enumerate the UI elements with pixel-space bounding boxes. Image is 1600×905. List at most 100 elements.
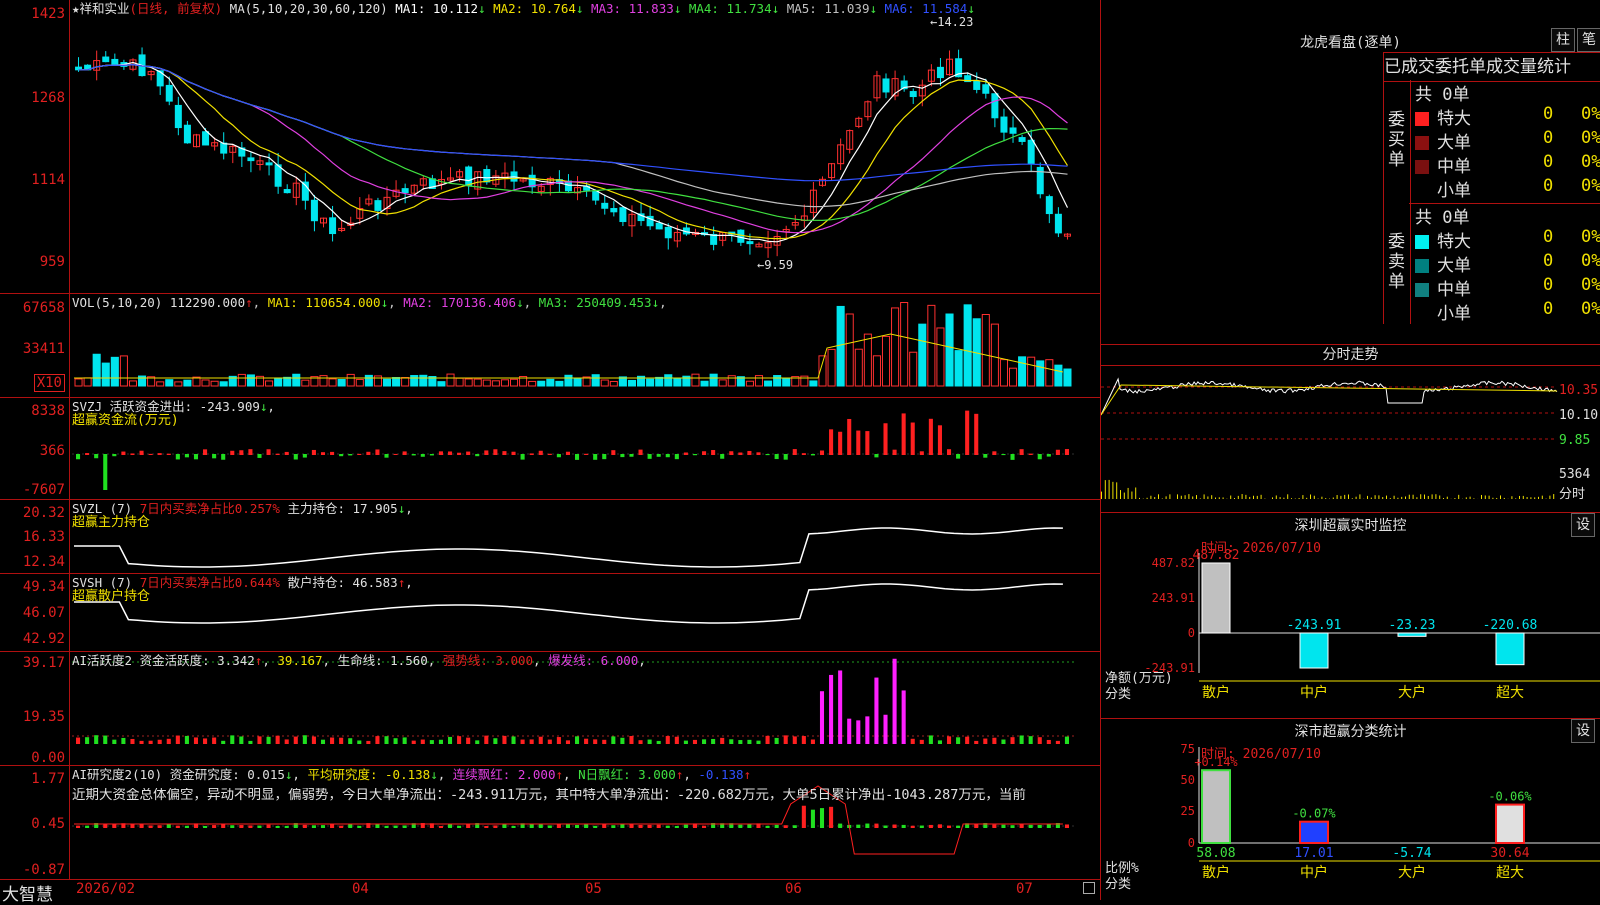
svsh-panel[interactable]: 49.34 46.07 42.92 SVSH (7) 7日内买卖净占比0.644… [0, 574, 1100, 652]
flow-bar [1056, 450, 1060, 455]
activity-bar [856, 720, 860, 744]
volume-bar [901, 303, 908, 386]
ai-research-chart[interactable] [0, 766, 1100, 880]
candle [593, 191, 599, 200]
flow-bar [439, 451, 443, 455]
intraday-vol-bar [1413, 495, 1414, 499]
flow-bar [920, 451, 924, 455]
research-bar [321, 825, 325, 828]
volume-bar [1055, 365, 1062, 386]
intraday-panel[interactable]: 分时走势 10.35 10.10 9.85 5364 分时 [1100, 344, 1600, 512]
activity-bar [85, 737, 89, 744]
lock-icon[interactable] [1083, 882, 1095, 894]
intraday-vol-bar [1356, 497, 1357, 499]
research-bar [439, 826, 443, 828]
volume-panel[interactable]: 67658 33411 X10 VOL(5,10,20) 112290.000↑… [0, 294, 1100, 398]
intraday-chart[interactable] [1101, 345, 1600, 513]
longhu-title: 龙虎看盘(逐单) [1101, 32, 1600, 52]
volume-bar [402, 378, 409, 386]
research-bar [902, 825, 906, 828]
row-pct: 0% [1581, 299, 1600, 319]
flow-bar [394, 454, 398, 455]
monitor-category: 散户 [1202, 684, 1230, 701]
flow-bar [339, 454, 343, 456]
row-name: 大单 [1437, 133, 1471, 153]
intraday-vol-bar [1401, 497, 1402, 499]
ma-readout: MA2: 10.764 [493, 1, 576, 16]
price-mode: (日线, 前复权) [130, 1, 223, 16]
bar-mode-button[interactable]: 柱 [1551, 28, 1575, 52]
research-bar [303, 825, 307, 828]
activity-bar [947, 736, 951, 744]
flow-bar [312, 450, 316, 455]
price-panel[interactable]: 1423 1268 1114 959 ★祥和实业(日线, 前复权) MA(5,1… [0, 0, 1100, 294]
flow-bar [775, 454, 779, 459]
date-axis[interactable]: 大智慧 2026/02 04 05 06 07 [0, 880, 1100, 900]
flow-bar [321, 452, 325, 455]
flow-bar [384, 454, 388, 458]
flow-bar [1020, 449, 1024, 455]
color-swatch [1415, 235, 1429, 249]
svzl-panel[interactable]: 20.32 16.33 12.34 SVZL (7) 7日内买卖净占比0.257… [0, 500, 1100, 574]
research-bar [1010, 825, 1014, 828]
flow-bar [557, 454, 561, 457]
svzj-caption: 超赢资金流(万元) [72, 413, 179, 428]
volume-bar [601, 380, 608, 386]
flow-bar [593, 454, 597, 460]
activity-bar [902, 690, 906, 744]
flow-bar [829, 429, 833, 455]
flow-bar [992, 451, 996, 455]
volume-bar [411, 376, 418, 386]
monitor-bar-label: -220.68 [1483, 618, 1538, 633]
intraday-vol-bar [1485, 495, 1486, 499]
intraday-vol-bar [1215, 498, 1216, 499]
candlestick-chart[interactable] [0, 0, 1100, 294]
tab-orders[interactable]: 委托单 [1435, 57, 1486, 77]
intraday-vol-bar [1276, 495, 1277, 499]
flow-bar [466, 452, 470, 455]
activity-bar [784, 735, 788, 744]
low-mark: ←9.59 [757, 258, 793, 272]
flow-bar [648, 454, 652, 459]
research-bar [384, 826, 388, 828]
volume-bar [574, 379, 581, 386]
activity-bar [484, 736, 488, 744]
ai-research-panel[interactable]: 1.77 0.45 -0.87 AI研究度2(10) 资金研究度: 0.015↓… [0, 766, 1100, 880]
ai-active-chart[interactable] [0, 652, 1100, 766]
flow-bar [221, 454, 225, 460]
research-bar [357, 826, 361, 828]
pen-mode-button[interactable]: 笔 [1577, 28, 1600, 52]
monitor-bar [1496, 633, 1524, 665]
vol-ma-readout: MA2: 170136.406 [403, 295, 516, 310]
volume-bar [129, 381, 136, 386]
activity-bar [366, 741, 370, 744]
ma-readout: MA3: 11.833 [591, 1, 674, 16]
research-bar [466, 824, 470, 828]
classify-bar-chart: 7550250+0.14%58.08散户-0.07%17.01中户-5.74大户… [1101, 719, 1600, 901]
flow-bar [666, 454, 670, 457]
research-bar [938, 824, 942, 828]
volume-bar [892, 308, 899, 386]
volume-bar [855, 349, 862, 386]
stock-name: ★祥和实业 [72, 1, 130, 16]
tab-filled[interactable]: 已成交 [1384, 57, 1435, 77]
intraday-vol-bar [1519, 496, 1520, 499]
ma-params: MA(5,10,20,30,60,120) [230, 1, 388, 16]
svzj-panel[interactable]: 8338 366 -7607 SVZJ 活跃资金进出: -243.909↓, 超… [0, 398, 1100, 500]
activity-bar [938, 740, 942, 744]
activity-bar [285, 739, 289, 744]
research-bar [874, 824, 878, 828]
intraday-vol-bar [1291, 498, 1292, 499]
flow-bar [811, 454, 815, 455]
ai-active-panel[interactable]: 39.17 19.35 0.00 AI活跃度2 资金活跃度: 3.342↑, 3… [0, 652, 1100, 766]
flow-bar [357, 454, 361, 455]
intraday-vol-bar [1496, 498, 1497, 499]
activity-bar [811, 740, 815, 744]
tab-volume-stats[interactable]: 成交量统计 [1486, 57, 1571, 77]
intraday-vol-bar [1534, 497, 1535, 499]
volume-bar [755, 376, 762, 386]
flow-bar [475, 454, 479, 456]
flow-bar [502, 451, 506, 455]
candle [330, 218, 336, 234]
research-bar [1038, 825, 1042, 828]
